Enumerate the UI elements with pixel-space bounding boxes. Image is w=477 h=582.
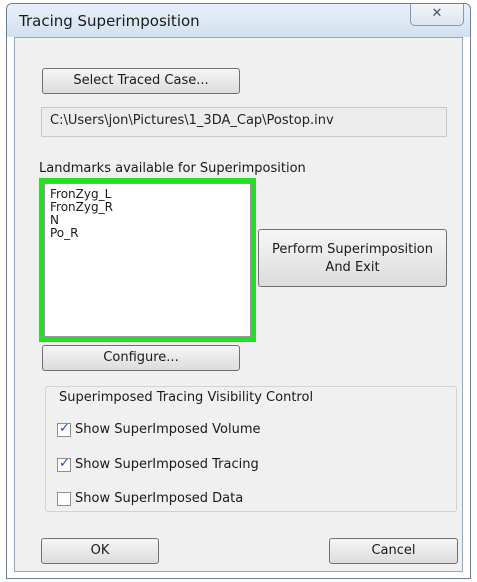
show-data-label: Show SuperImposed Data [75, 491, 244, 506]
ok-button[interactable]: OK [41, 538, 159, 564]
configure-button[interactable]: Configure... [42, 345, 240, 371]
dialog-body: Select Traced Case... C:\Users\jon\Pictu… [14, 37, 463, 572]
title-bar[interactable]: Tracing Superimposition ✕ [7, 4, 470, 37]
landmarks-listbox[interactable]: FronZyg_L FronZyg_R N Po_R [44, 183, 251, 337]
perform-button-line2: And Exit [325, 260, 380, 275]
perform-button-line1: Perform Superimposition [271, 242, 433, 257]
cancel-button[interactable]: Cancel [329, 538, 458, 564]
checkmark-icon: ✓ [59, 456, 70, 471]
landmarks-label: Landmarks available for Superimposition [39, 161, 306, 176]
show-data-checkbox[interactable] [57, 492, 71, 506]
show-volume-checkbox[interactable]: ✓ [57, 421, 71, 437]
show-volume-label: Show SuperImposed Volume [75, 422, 261, 437]
list-item[interactable]: N [50, 214, 245, 227]
traced-case-path-field: C:\Users\jon\Pictures\1_3DA_Cap\Postop.i… [41, 107, 447, 137]
close-button[interactable]: ✕ [410, 4, 464, 26]
tracing-superimposition-dialog: Tracing Superimposition ✕ Select Traced … [6, 3, 471, 579]
show-tracing-checkbox[interactable]: ✓ [57, 456, 71, 472]
list-item[interactable]: Po_R [50, 227, 245, 240]
select-traced-case-button[interactable]: Select Traced Case... [42, 68, 240, 94]
perform-superimposition-button[interactable]: Perform Superimposition And Exit [258, 229, 447, 287]
checkmark-icon: ✓ [59, 421, 70, 436]
list-item[interactable]: FronZyg_R [50, 201, 245, 214]
visibility-group-title: Superimposed Tracing Visibility Control [55, 390, 318, 405]
close-icon: ✕ [431, 6, 443, 21]
show-tracing-label: Show SuperImposed Tracing [75, 457, 259, 472]
window-title: Tracing Superimposition [19, 12, 200, 30]
